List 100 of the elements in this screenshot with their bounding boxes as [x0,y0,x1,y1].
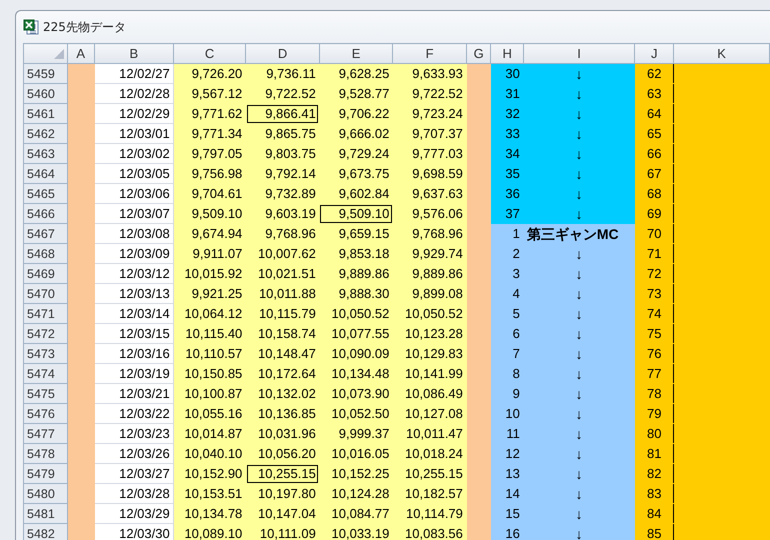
table-cell: 9,707.37 [392,124,466,144]
table-cell: ↓ [523,484,635,504]
table-cell: 10,150.85 [173,364,246,384]
table-cell: 72 [634,264,674,284]
column-header[interactable]: F [392,44,466,64]
column-header[interactable]: K [674,44,770,64]
table-cell: 77 [634,364,674,384]
table-cell: 15 [490,504,524,524]
table-cell: 10,152.90 [173,464,246,484]
row-header[interactable]: 5480 [24,484,68,504]
table-cell: 10,011.88 [246,284,320,304]
table-cell: 9,528.77 [319,84,393,104]
table-cell: 12/03/26 [94,444,174,464]
table-cell: 10,016.05 [319,444,393,464]
row-header[interactable]: 5474 [24,364,68,384]
table-cell: 2 [490,244,524,264]
table-cell: 10,182.57 [392,484,466,504]
table-cell: 12 [490,444,524,464]
row-header[interactable]: 5467 [24,224,68,244]
table-cell: 84 [634,504,674,524]
table-cell: 9,666.02 [319,124,393,144]
table-cell: 9,899.08 [392,284,466,304]
row-header[interactable]: 5464 [24,164,68,184]
column-header[interactable]: E [319,44,393,64]
table-cell: 9,732.89 [246,184,320,204]
row-header[interactable]: 5478 [24,444,68,464]
table-cell: ↓ [523,104,635,124]
table-cell: 12/03/16 [94,344,174,364]
table-cell: 37 [490,204,524,224]
table-cell: 9,888.30 [319,284,393,304]
table-cell: 9,603.19 [246,204,320,224]
row-header[interactable]: 5463 [24,144,68,164]
row-header[interactable]: 5465 [24,184,68,204]
table-cell: 9,771.34 [173,124,246,144]
table-cell: 9,792.14 [246,164,320,184]
row-header[interactable]: 5473 [24,344,68,364]
row-header[interactable]: 5470 [24,284,68,304]
corner-triangle-icon [54,48,64,58]
table-cell: 10,141.99 [392,364,466,384]
table-cell: 9,723.24 [392,104,466,124]
column-header[interactable]: G [466,44,491,64]
table-cell: 9,756.98 [173,164,246,184]
table-cell: 9,673.75 [319,164,393,184]
row-header[interactable]: 5468 [24,244,68,264]
row-header[interactable]: 5466 [24,204,68,224]
table-cell: 10,134.78 [173,504,246,524]
row-header[interactable]: 5460 [24,84,68,104]
table-cell: 10,050.52 [319,304,393,324]
column-header[interactable]: A [67,44,94,64]
table-cell: 9,999.37 [319,424,393,444]
column-header[interactable]: H [490,44,524,64]
table-cell: 73 [634,284,674,304]
row-header[interactable]: 5475 [24,384,68,404]
table-cell: 10,015.92 [173,264,246,284]
select-all-corner[interactable] [24,44,68,64]
column-header[interactable]: J [634,44,674,64]
row-header[interactable]: 5477 [24,424,68,444]
column-header[interactable]: I [523,44,635,64]
table-cell: 10,007.62 [246,244,320,264]
table-cell: 35 [490,164,524,184]
row-header[interactable]: 5476 [24,404,68,424]
table-cell: 67 [634,164,674,184]
table-cell: 10,031.96 [246,424,320,444]
table-cell: 9,674.94 [173,224,246,244]
table-cell: 12/03/22 [94,404,174,424]
row-header[interactable]: 5472 [24,324,68,344]
table-cell: 10 [490,404,524,424]
table-cell: 10,100.87 [173,384,246,404]
row-header[interactable]: 5469 [24,264,68,284]
column-header[interactable]: D [246,44,320,64]
table-cell: ↓ [523,84,635,104]
table-cell: 12/02/27 [94,64,174,84]
column-header[interactable]: C [173,44,246,64]
table-cell: ↓ [523,504,635,524]
table-cell: 10,172.64 [246,364,320,384]
table-cell: 33 [490,124,524,144]
table-cell: 9,921.25 [173,284,246,304]
table-cell: 12/03/08 [94,224,174,244]
table-cell: 9,929.74 [392,244,466,264]
table-cell: 10,132.02 [246,384,320,404]
row-header[interactable]: 5471 [24,304,68,324]
row-header[interactable]: 5479 [24,464,68,484]
table-cell: 10,011.47 [392,424,466,444]
table-cell: 10,158.74 [246,324,320,344]
table-cell: 10,129.83 [392,344,466,364]
row-header[interactable]: 5482 [24,524,68,540]
row-header[interactable]: 5462 [24,124,68,144]
table-cell: ↓ [523,264,635,284]
column-header[interactable]: B [94,44,174,64]
table-cell: 10,077.55 [319,324,393,344]
row-header[interactable]: 5481 [24,504,68,524]
table-cell: ↓ [523,424,635,444]
row-header[interactable]: 5461 [24,104,68,124]
table-cell: 10,050.52 [392,304,466,324]
table-cell: 63 [634,84,674,104]
table-cell: 12/03/14 [94,304,174,324]
table-cell: 5 [490,304,524,324]
table-cell: 10,073.90 [319,384,393,404]
row-header[interactable]: 5459 [24,64,68,84]
table-cell: 69 [634,204,674,224]
